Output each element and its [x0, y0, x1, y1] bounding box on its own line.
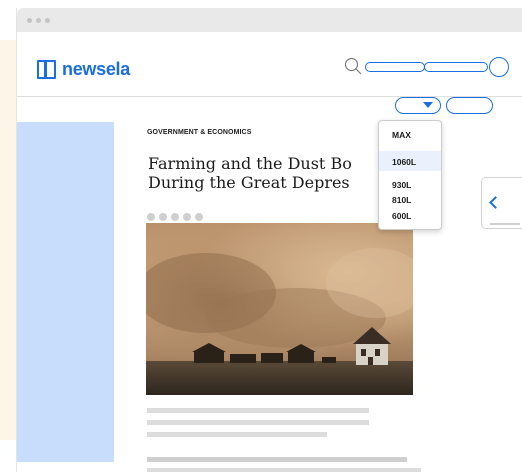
- text-placeholder-line: [147, 408, 369, 413]
- page-backdrop: [0, 40, 16, 440]
- dot-icon: [183, 213, 191, 221]
- dot-icon: [195, 213, 203, 221]
- text-placeholder-line: [147, 432, 327, 437]
- window-dot-icon: [27, 18, 32, 23]
- dot-icon: [171, 213, 179, 221]
- account-avatar-button[interactable]: [489, 57, 509, 77]
- caret-down-icon: [423, 101, 433, 108]
- window-titlebar: [17, 8, 522, 32]
- brand-name: newsela: [62, 58, 130, 79]
- newsela-logo-icon: [37, 59, 56, 79]
- reading-level-menu: MAX 1060L 930L 810L 600L: [378, 120, 442, 230]
- side-panel-toggle[interactable]: [481, 177, 522, 229]
- left-sidebar: [17, 122, 114, 462]
- toolbar-button-placeholder[interactable]: [446, 97, 493, 114]
- article-title-line: Farming and the Dust Bo: [148, 154, 352, 173]
- nav-link-placeholder[interactable]: [424, 62, 488, 72]
- dot-icon: [147, 213, 155, 221]
- reading-level-dropdown[interactable]: [395, 97, 441, 114]
- article-title: Farming and the Dust Bo During the Great…: [148, 154, 378, 192]
- text-placeholder-line: [147, 468, 421, 472]
- chevron-left-icon: [489, 196, 502, 209]
- level-option-1060l[interactable]: 1060L: [379, 151, 441, 171]
- level-option-810l[interactable]: 810L: [379, 195, 441, 205]
- header-divider: [17, 96, 522, 97]
- search-icon[interactable]: [344, 57, 362, 75]
- article-category[interactable]: GOVERNMENT & ECONOMICS: [147, 129, 251, 136]
- brand-logo[interactable]: newsela: [37, 58, 130, 80]
- side-panel-bar: [490, 223, 520, 225]
- level-option-max[interactable]: MAX: [379, 130, 441, 140]
- article-image: [146, 223, 413, 395]
- article-title-line: During the Great Depres: [148, 173, 350, 192]
- dot-icon: [159, 213, 167, 221]
- nav-link-placeholder[interactable]: [365, 62, 425, 72]
- window-dot-icon: [36, 18, 41, 23]
- browser-window: newsela GOVERNMENT & ECONOMICS Farming a…: [16, 8, 522, 472]
- level-option-600l[interactable]: 600L: [379, 211, 441, 221]
- loading-dots: [147, 213, 203, 221]
- level-option-930l[interactable]: 930L: [379, 180, 441, 190]
- window-dot-icon: [45, 18, 50, 23]
- text-placeholder-line: [147, 420, 369, 425]
- text-placeholder-line: [147, 457, 407, 462]
